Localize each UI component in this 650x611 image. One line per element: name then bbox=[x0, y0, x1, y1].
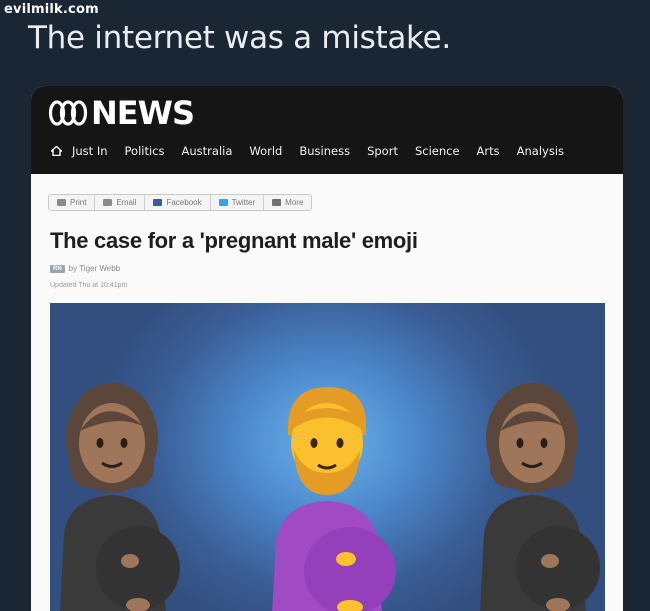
nav-item-science[interactable]: Science bbox=[415, 144, 460, 158]
nav-item-analysis[interactable]: Analysis bbox=[517, 144, 564, 158]
nav-item-arts[interactable]: Arts bbox=[477, 144, 500, 158]
article-screenshot: NEWS Just In Politics Australia World Bu… bbox=[31, 86, 623, 611]
more-button[interactable]: More bbox=[264, 195, 311, 210]
abc-lissajous-icon bbox=[48, 100, 88, 126]
nav-item-business[interactable]: Business bbox=[299, 144, 350, 158]
nav-item-australia[interactable]: Australia bbox=[182, 144, 233, 158]
updated-timestamp: Updated Thu at 10:41pm bbox=[50, 282, 128, 289]
nav-item-politics[interactable]: Politics bbox=[125, 144, 165, 158]
pregnant-man-emoji bbox=[272, 387, 396, 611]
more-icon bbox=[272, 199, 282, 206]
program-badge[interactable]: RN bbox=[50, 264, 65, 273]
twitter-label: Twitter bbox=[231, 198, 256, 207]
more-label: More bbox=[285, 198, 304, 207]
twitter-button[interactable]: Twitter bbox=[211, 195, 265, 210]
author[interactable]: by Tiger Webb bbox=[69, 264, 120, 273]
abc-nav: Just In Politics Australia World Busines… bbox=[51, 144, 581, 158]
hero-image bbox=[50, 303, 605, 611]
print-button[interactable]: Print bbox=[49, 195, 96, 210]
twitter-icon bbox=[218, 199, 228, 206]
tweet-text: The internet was a mistake. bbox=[28, 20, 451, 56]
email-button[interactable]: Email bbox=[95, 195, 146, 210]
home-icon[interactable] bbox=[51, 146, 62, 156]
abc-header: NEWS Just In Politics Australia World Bu… bbox=[31, 86, 623, 174]
share-bar: Print Email Facebook Twitter More bbox=[48, 194, 313, 211]
abc-logo[interactable]: NEWS bbox=[48, 94, 195, 132]
email-label: Email bbox=[116, 198, 137, 207]
print-label: Print bbox=[70, 198, 87, 207]
article-headline: The case for a 'pregnant male' emoji bbox=[50, 228, 418, 253]
pregnant-woman-emoji bbox=[480, 383, 600, 611]
article-byline: RN by Tiger Webb bbox=[50, 264, 120, 273]
abc-news-wordmark: NEWS bbox=[91, 94, 195, 132]
nav-item-sport[interactable]: Sport bbox=[367, 144, 398, 158]
print-icon bbox=[57, 199, 66, 206]
email-icon bbox=[103, 199, 113, 206]
facebook-label: Facebook bbox=[166, 198, 202, 207]
facebook-icon bbox=[153, 199, 163, 206]
facebook-button[interactable]: Facebook bbox=[145, 195, 211, 210]
pregnant-woman-emoji bbox=[60, 383, 180, 611]
nav-item-just-in[interactable]: Just In bbox=[72, 144, 108, 158]
nav-item-world[interactable]: World bbox=[249, 144, 282, 158]
watermark: evilmilk.com bbox=[4, 2, 99, 17]
